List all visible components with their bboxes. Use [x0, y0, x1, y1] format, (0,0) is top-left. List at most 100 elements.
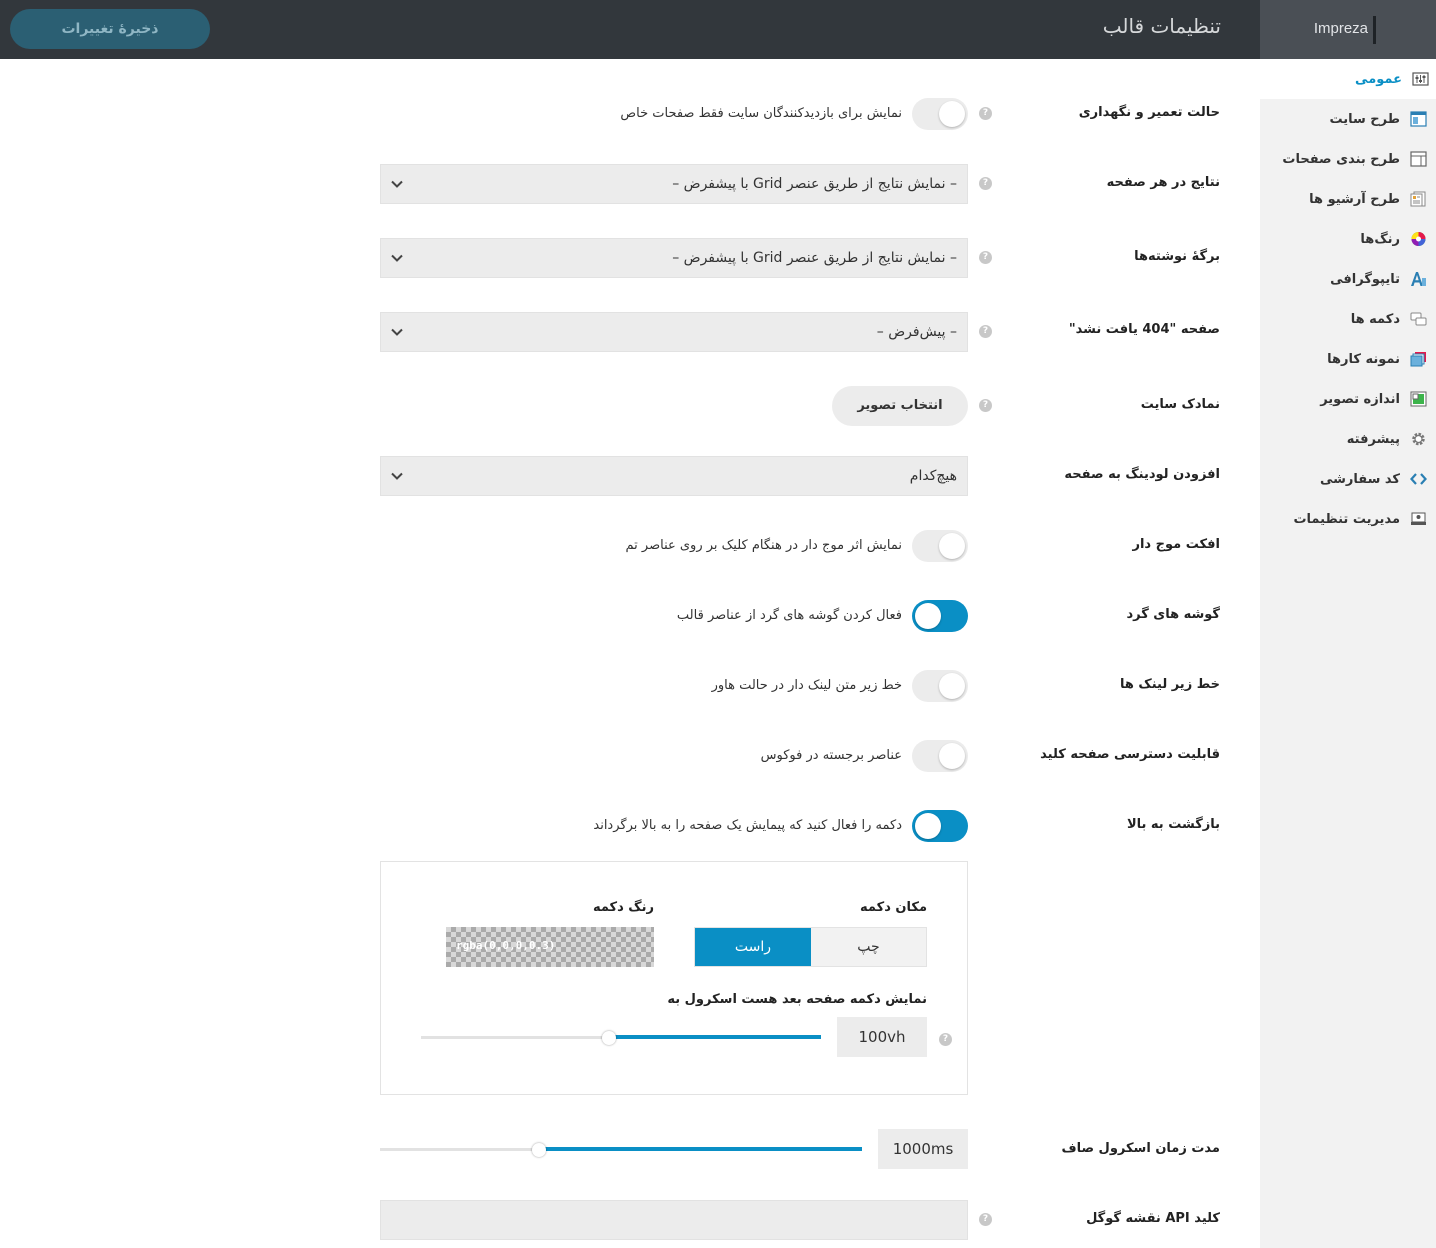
rounded-corners-toggle[interactable] — [912, 600, 968, 632]
posts-page-select[interactable]: – نمایش نتایج از طریق عنصر Grid با پیشفر… — [380, 238, 968, 278]
sidebar-item-general[interactable]: عمومی — [1260, 59, 1436, 99]
site-icon-label: نمادک سایت — [1140, 397, 1220, 412]
sidebar: عمومی طرح سایت طرح بندی صفحات طرح آرشیو … — [1260, 59, 1436, 1248]
toggle-knob — [939, 743, 965, 769]
page-loader-select[interactable]: هیچ‌کدام — [380, 456, 968, 496]
image-size-icon — [1410, 391, 1427, 407]
back-to-top-options: مکان دکمه رنگ دکمه راست چپ rgba(0,0,0,0.… — [380, 861, 968, 1095]
back-to-top-toggle[interactable] — [912, 810, 968, 842]
sidebar-item-label: پیشرفته — [1346, 431, 1400, 447]
back-to-top-label: بازگشت به بالا — [1126, 817, 1220, 832]
sidebar-item-portfolio[interactable]: نمونه کارها — [1260, 339, 1436, 379]
help-icon[interactable]: ? — [939, 1033, 952, 1046]
top-bar: Impreza تنظیمات قالب ذخیرهٔ تغییرات — [0, 0, 1436, 59]
help-icon[interactable]: ? — [979, 251, 992, 264]
save-changes-button[interactable]: ذخیرهٔ تغییرات — [10, 9, 210, 49]
sidebar-item-label: طرح بندی صفحات — [1282, 151, 1400, 167]
button-position-switch: راست چپ — [694, 927, 927, 967]
select-value: – نمایش نتایج از طریق عنصر Grid با پیشفر… — [672, 250, 957, 266]
smooth-scroll-input[interactable]: 1000ms — [878, 1129, 968, 1169]
link-underline-description: خط زیر متن لینک دار در حالت هاور — [711, 678, 902, 693]
position-option-left[interactable]: چپ — [811, 928, 926, 966]
typography-icon — [1410, 271, 1427, 287]
sidebar-item-label: دکمه ها — [1350, 311, 1400, 327]
help-icon[interactable]: ? — [979, 325, 992, 338]
google-maps-api-input[interactable] — [380, 1200, 968, 1240]
chevron-down-icon — [391, 254, 403, 262]
ripple-toggle[interactable] — [912, 530, 968, 562]
color-wheel-icon — [1410, 231, 1427, 247]
position-option-right[interactable]: راست — [695, 928, 811, 966]
brand-divider — [1373, 16, 1376, 44]
color-value: rgba(0,0,0,0.3) — [456, 939, 556, 952]
slider-thumb[interactable] — [532, 1143, 546, 1157]
toggle-knob — [939, 101, 965, 127]
show-after-label: نمایش دکمه صفحه بعد هست اسکرول به — [667, 992, 927, 1007]
keyboard-accessibility-description: عناصر برجسته در فوکوس — [760, 748, 902, 763]
sidebar-item-buttons[interactable]: دکمه ها — [1260, 299, 1436, 339]
sidebar-item-label: مدیریت تنظیمات — [1293, 511, 1400, 527]
slider-fill — [539, 1147, 862, 1151]
toggle-knob — [939, 673, 965, 699]
select-value: – نمایش نتایج از طریق عنصر Grid با پیشفر… — [672, 176, 957, 192]
ripple-description: نمایش اثر موج دار در هنگام کلیک بر روی ع… — [625, 538, 903, 553]
help-icon[interactable]: ? — [979, 177, 992, 190]
button-color-picker[interactable]: rgba(0,0,0,0.3) — [446, 927, 654, 967]
button-color-label: رنگ دکمه — [592, 900, 654, 915]
ripple-label: افکت موج دار — [1132, 537, 1220, 552]
code-icon — [1410, 471, 1427, 487]
help-icon[interactable]: ? — [979, 107, 992, 120]
toggle-knob — [915, 603, 941, 629]
sidebar-item-typography[interactable]: تایپوگرافی — [1260, 259, 1436, 299]
buttons-icon — [1410, 311, 1427, 327]
toggle-knob — [939, 533, 965, 559]
page-404-select[interactable]: – پیش‌فرض – — [380, 312, 968, 352]
sidebar-item-colors[interactable]: رنگ‌ها — [1260, 219, 1436, 259]
sliders-icon — [1412, 71, 1429, 87]
sidebar-item-label: نمونه کارها — [1327, 351, 1400, 367]
sidebar-item-site-layout[interactable]: طرح سایت — [1260, 99, 1436, 139]
sidebar-item-image-size[interactable]: اندازه تصویر — [1260, 379, 1436, 419]
smooth-scroll-slider[interactable] — [380, 1143, 862, 1157]
sidebar-item-label: اندازه تصویر — [1320, 391, 1400, 407]
select-value: – پیش‌فرض – — [876, 324, 957, 340]
manage-icon — [1410, 511, 1427, 527]
sidebar-item-label: تایپوگرافی — [1330, 271, 1400, 287]
sidebar-item-custom-code[interactable]: کد سفارشی — [1260, 459, 1436, 499]
brand-name: Impreza — [1313, 20, 1368, 37]
gear-icon — [1410, 431, 1427, 447]
keyboard-accessibility-label: قابلیت دسترسی صفحه کلید — [1040, 747, 1220, 762]
google-maps-api-label: کلید API نقشه گوگل — [1086, 1211, 1220, 1226]
posts-page-label: برگهٔ نوشته‌ها — [1134, 249, 1220, 264]
sidebar-item-page-layout[interactable]: طرح بندی صفحات — [1260, 139, 1436, 179]
sidebar-item-manage-settings[interactable]: مدیریت تنظیمات — [1260, 499, 1436, 539]
smooth-scroll-label: مدت زمان اسکرول صاف — [1061, 1141, 1220, 1156]
keyboard-accessibility-toggle[interactable] — [912, 740, 968, 772]
page-layout-icon — [1410, 151, 1427, 167]
maintenance-label: حالت تعمیر و نگهداری — [1078, 105, 1220, 120]
sidebar-item-advanced[interactable]: پیشرفته — [1260, 419, 1436, 459]
button-position-label: مکان دکمه — [860, 900, 927, 915]
back-to-top-description: دکمه را فعال کنید که پیمایش یک صفحه را ب… — [593, 818, 902, 833]
help-icon[interactable]: ? — [979, 1213, 992, 1226]
page-404-label: صفحه "404 یافت نشد" — [1068, 322, 1220, 337]
select-image-button[interactable]: انتخاب تصویر — [832, 386, 968, 426]
link-underline-label: خط زیر لینک ها — [1119, 677, 1220, 692]
layout-icon — [1410, 111, 1427, 127]
archive-icon — [1410, 191, 1427, 207]
sidebar-item-label: کد سفارشی — [1319, 471, 1400, 487]
show-after-slider[interactable] — [421, 1031, 821, 1045]
rounded-corners-label: گوشه های گرد — [1126, 607, 1220, 622]
rounded-corners-description: فعال کردن گوشه های گرد از عناصر قالب — [676, 608, 902, 623]
slider-thumb[interactable] — [602, 1031, 616, 1045]
link-underline-toggle[interactable] — [912, 670, 968, 702]
results-per-page-select[interactable]: – نمایش نتایج از طریق عنصر Grid با پیشفر… — [380, 164, 968, 204]
show-after-input[interactable]: 100vh — [837, 1017, 927, 1057]
page-loader-label: افزودن لودینگ به صفحه — [1064, 467, 1220, 482]
sidebar-item-archive-layout[interactable]: طرح آرشیو ها — [1260, 179, 1436, 219]
chevron-down-icon — [391, 472, 403, 480]
maintenance-toggle[interactable] — [912, 98, 968, 130]
sidebar-item-label: طرح آرشیو ها — [1309, 191, 1400, 207]
sidebar-item-label: عمومی — [1355, 71, 1402, 87]
help-icon[interactable]: ? — [979, 399, 992, 412]
